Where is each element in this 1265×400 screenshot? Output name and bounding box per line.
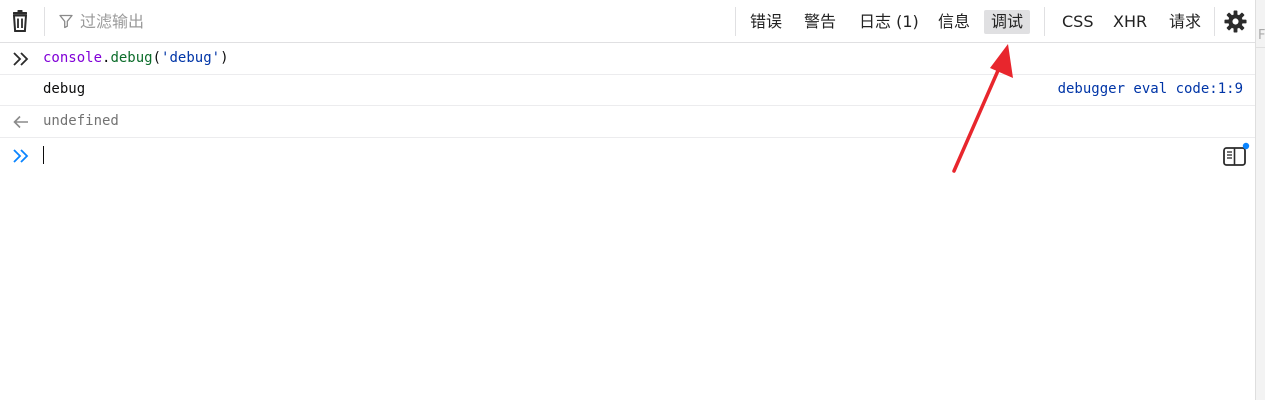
command-code: console.debug('debug') xyxy=(43,50,229,66)
filter-warnings-button[interactable]: 警告 xyxy=(797,10,843,34)
result-message: undefined xyxy=(0,106,1255,138)
adjacent-panel-edge: F xyxy=(1255,0,1265,400)
console-input[interactable] xyxy=(0,138,1255,174)
filter-requests-button[interactable]: 请求 xyxy=(1162,10,1208,34)
funnel-icon xyxy=(59,14,73,29)
toolbar-separator xyxy=(44,7,45,36)
text-caret xyxy=(43,146,44,164)
filter-errors-button[interactable]: 错误 xyxy=(743,10,789,34)
toolbar-separator xyxy=(1044,7,1045,36)
filter-debug-button[interactable]: 调试 xyxy=(984,10,1031,34)
gear-icon[interactable] xyxy=(1224,10,1247,33)
filter-output-input[interactable] xyxy=(80,11,280,31)
message-source-link[interactable]: debugger eval code:1:9 xyxy=(1058,81,1243,97)
web-console: 错误 警告 日志 (1) 信息 调试 CSS XHR 请求 xyxy=(0,0,1255,400)
toolbar-separator xyxy=(1214,7,1215,36)
debug-message: debug debugger eval code:1:9 xyxy=(0,75,1255,106)
filter-css-button[interactable]: CSS xyxy=(1055,10,1100,34)
filter-xhr-button[interactable]: XHR xyxy=(1106,10,1154,34)
panel-edge-glyph: F xyxy=(1258,28,1265,43)
code-method: debug xyxy=(110,50,153,66)
code-paren-close: ) xyxy=(220,50,229,66)
code-paren-open: ( xyxy=(152,50,162,66)
code-object: console xyxy=(43,50,103,66)
trash-icon[interactable] xyxy=(8,9,32,33)
code-argument: 'debug' xyxy=(161,50,221,66)
toolbar-separator xyxy=(735,7,736,36)
arrow-left-icon xyxy=(13,115,28,129)
result-value: undefined xyxy=(43,113,119,129)
console-toolbar: 错误 警告 日志 (1) 信息 调试 CSS XHR 请求 xyxy=(0,0,1255,43)
filter-info-button[interactable]: 信息 xyxy=(931,10,977,34)
split-editor-icon[interactable] xyxy=(1222,142,1250,168)
annotation-arrow xyxy=(952,44,1013,173)
double-chevron-right-icon xyxy=(13,149,29,163)
debug-message-text: debug xyxy=(43,81,86,97)
panel-edge-divider xyxy=(1256,47,1265,48)
command-message: console.debug('debug') xyxy=(0,43,1255,75)
filter-box xyxy=(58,10,280,32)
filter-logs-button[interactable]: 日志 (1) xyxy=(852,10,926,34)
double-chevron-right-icon xyxy=(13,52,29,66)
